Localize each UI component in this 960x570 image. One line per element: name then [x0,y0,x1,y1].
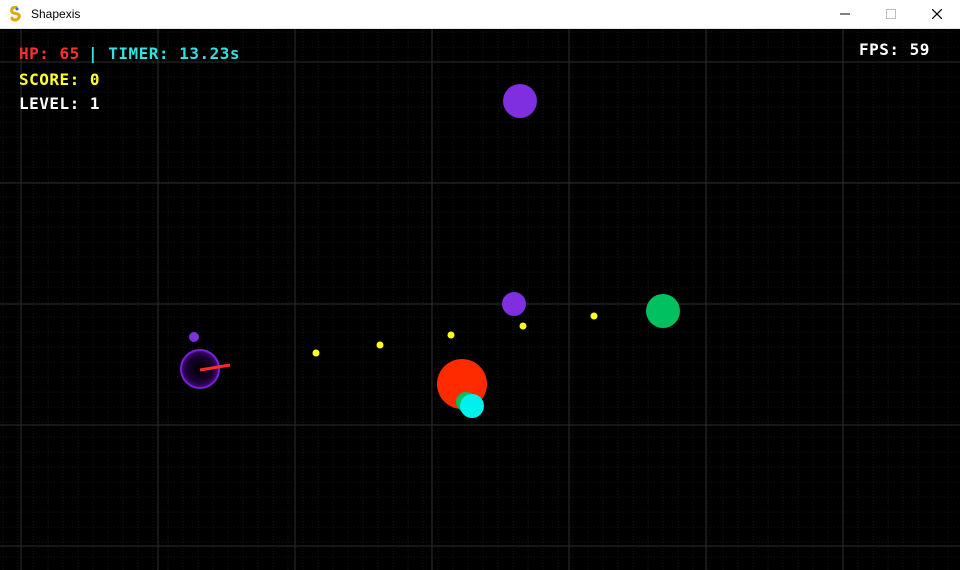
score-display: SCORE: 0 [19,70,101,89]
minimize-button[interactable] [822,0,868,29]
bullet-1 [312,349,320,357]
bullet-2 [376,341,384,349]
enemy-green [646,294,680,328]
game-canvas[interactable]: HP: 65 | TIMER: 13.23s SCORE: 0 LEVEL: 1… [0,29,960,570]
close-button[interactable] [914,0,960,29]
enemy-cyan [460,394,484,418]
background-grid [0,29,960,570]
enemy-purple-medium [502,292,526,316]
close-icon [932,9,942,19]
maximize-button[interactable] [868,0,914,29]
pygame-snake-icon [8,5,24,22]
game-window: Shapexis HP: 65 | TIMER: 13.23s SCORE: 0… [0,0,960,570]
maximize-icon [886,9,896,19]
playfield [0,29,960,570]
level-display: LEVEL: 1 [19,94,101,113]
bullet-5 [590,312,598,320]
minimize-icon [840,13,850,15]
enemy-purple-large [503,84,537,118]
fps-display: FPS: 59 [859,40,930,59]
player [180,349,231,389]
timer-display: | TIMER: 13.23s [88,44,240,63]
hp-display: HP: 65 [19,44,80,63]
window-title: Shapexis [31,7,81,21]
enemy-purple-small [189,332,199,342]
title-bar[interactable]: Shapexis [0,0,960,29]
bullet-3 [447,331,455,339]
bullet-4 [519,322,527,330]
